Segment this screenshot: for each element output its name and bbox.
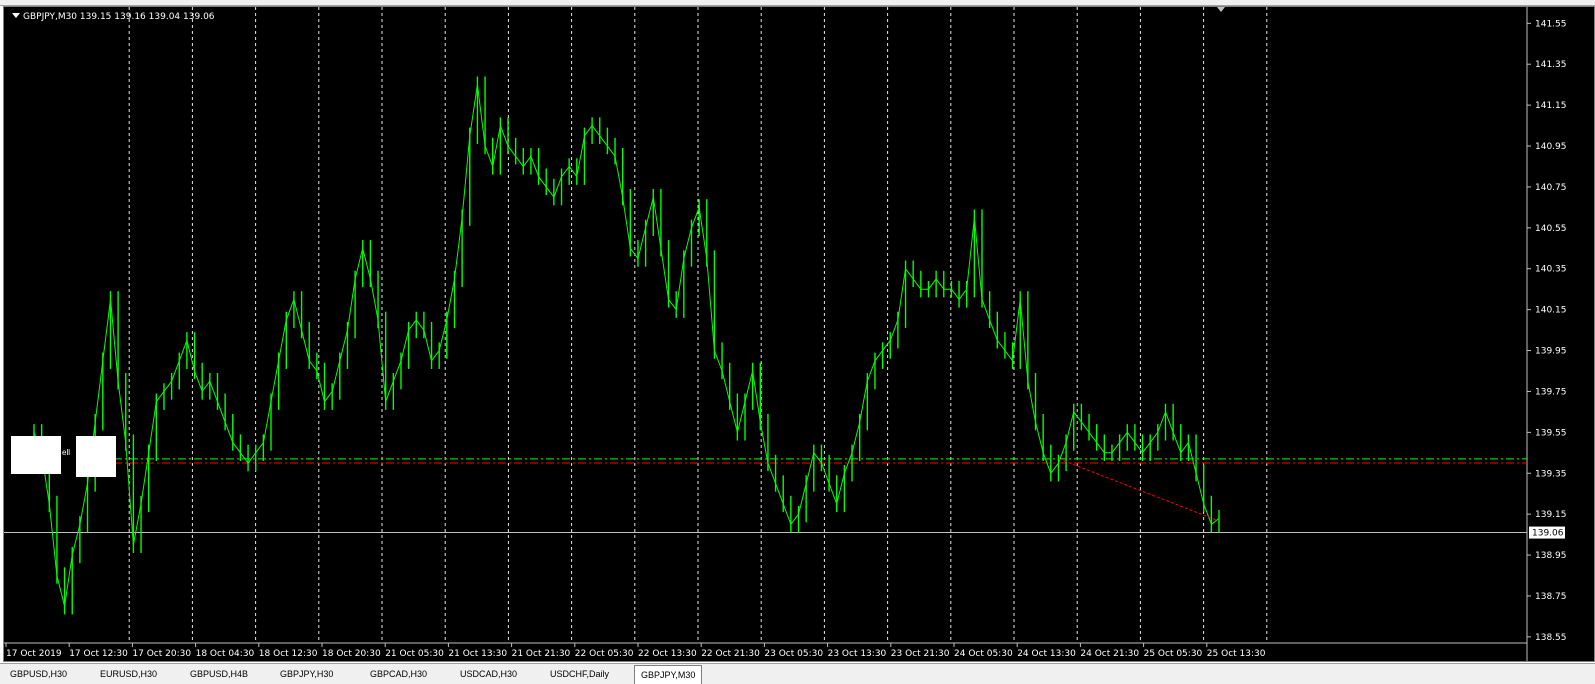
dropdown-triangle-icon[interactable] — [12, 13, 20, 18]
price-tick-label: 140.75 — [1535, 183, 1567, 193]
price-line — [33, 84, 1220, 607]
time-tick-label: 23 Oct 21:30 — [891, 649, 950, 659]
price-tick-label: 141.55 — [1535, 19, 1567, 29]
chart-tab[interactable]: USDCHF,Daily — [544, 665, 615, 684]
chart-window[interactable]: 141.55 141.35 141.15 140.95 140.75 140.55 140.… — [3, 6, 1595, 662]
price-tick-label: 140.15 — [1535, 306, 1567, 316]
terminal-window: 141.55 141.35 141.15 140.95 140.75 140.55 140.… — [0, 0, 1595, 684]
chart-low: 139.04 — [148, 12, 181, 22]
chart-tab[interactable]: USDCAD,H30 — [454, 665, 523, 684]
chart-tab[interactable]: GBPJPY,H30 — [274, 665, 339, 684]
chart-tab[interactable]: GBPUSD,H30 — [4, 665, 73, 684]
price-tick-label: 138.75 — [1535, 592, 1567, 602]
chart-tab[interactable]: GBPUSD,H4B — [184, 665, 254, 684]
price-tick-label: 140.35 — [1535, 265, 1567, 275]
trend-line[interactable] — [1058, 458, 1218, 521]
time-tick-label: 22 Oct 13:30 — [638, 649, 697, 659]
time-tick-label: 24 Oct 13:30 — [1017, 649, 1076, 659]
chart-tab[interactable]: GBPJPY,M30 — [634, 665, 703, 684]
price-tick-label: 141.35 — [1535, 60, 1567, 70]
time-tick-label: 17 Oct 20:30 — [132, 649, 191, 659]
time-tick-label: 18 Oct 12:30 — [259, 649, 318, 659]
price-tick-label: 139.15 — [1535, 510, 1567, 520]
price-tick-label: 139.95 — [1535, 347, 1567, 357]
time-tick-label: 23 Oct 13:30 — [828, 649, 887, 659]
chart-open: 139.15 — [79, 12, 112, 22]
time-tick-label: 24 Oct 05:30 — [954, 649, 1013, 659]
time-tick-label: 18 Oct 04:30 — [196, 649, 255, 659]
chart-high: 139.16 — [114, 12, 146, 22]
trade-marker-label: ell — [62, 448, 71, 457]
time-tick-label: 24 Oct 21:30 — [1080, 649, 1139, 659]
time-tick-label: 18 Oct 20:30 — [322, 649, 381, 659]
chart-symbol: GBPJPY,M30 — [23, 12, 78, 22]
price-tick-label: 139.75 — [1535, 387, 1567, 397]
price-tick-label: 140.55 — [1535, 224, 1567, 234]
scroll-marker-icon[interactable] — [1217, 7, 1225, 12]
time-tick-label: 21 Oct 13:30 — [448, 649, 507, 659]
time-tick-label: 25 Oct 05:30 — [1144, 649, 1203, 659]
time-tick-label: 22 Oct 21:30 — [701, 649, 760, 659]
chart-header: GBPJPY,M30 139.15 139.16 139.04 139.06 — [12, 12, 215, 22]
time-tick-label: 22 Oct 05:30 — [575, 649, 634, 659]
chart-close: 139.06 — [183, 12, 215, 22]
time-tick-label: 21 Oct 05:30 — [385, 649, 444, 659]
price-tick-label: 139.35 — [1535, 469, 1567, 479]
trade-marker-box[interactable] — [11, 436, 61, 474]
chart-tabs: GBPUSD,H30 EURUSD,H30 GBPUSD,H4B GBPJPY,H30… — [0, 663, 1595, 684]
time-tick-label: 23 Oct 05:30 — [764, 649, 823, 659]
price-tick-label: 140.95 — [1535, 142, 1567, 152]
time-tick-label: 17 Oct 12:30 — [69, 649, 128, 659]
time-tick-label: 17 Oct 2019 — [6, 649, 62, 659]
time-tick-label: 21 Oct 21:30 — [512, 649, 571, 659]
time-tick-label: 25 Oct 13:30 — [1207, 649, 1266, 659]
current-price-label: 139.06 — [1532, 529, 1564, 539]
trade-marker-box[interactable] — [76, 436, 116, 477]
chart-tab[interactable]: GBPCAD,H30 — [364, 665, 433, 684]
price-tick-label: 139.55 — [1535, 428, 1567, 438]
price-tick-label: 141.15 — [1535, 101, 1567, 111]
price-tick-label: 138.95 — [1535, 551, 1567, 561]
chart-tab[interactable]: EURUSD,H30 — [94, 665, 163, 684]
price-chart[interactable]: 141.55 141.35 141.15 140.95 140.75 140.55 140.… — [4, 7, 1594, 661]
price-tick-label: 138.55 — [1535, 633, 1567, 643]
